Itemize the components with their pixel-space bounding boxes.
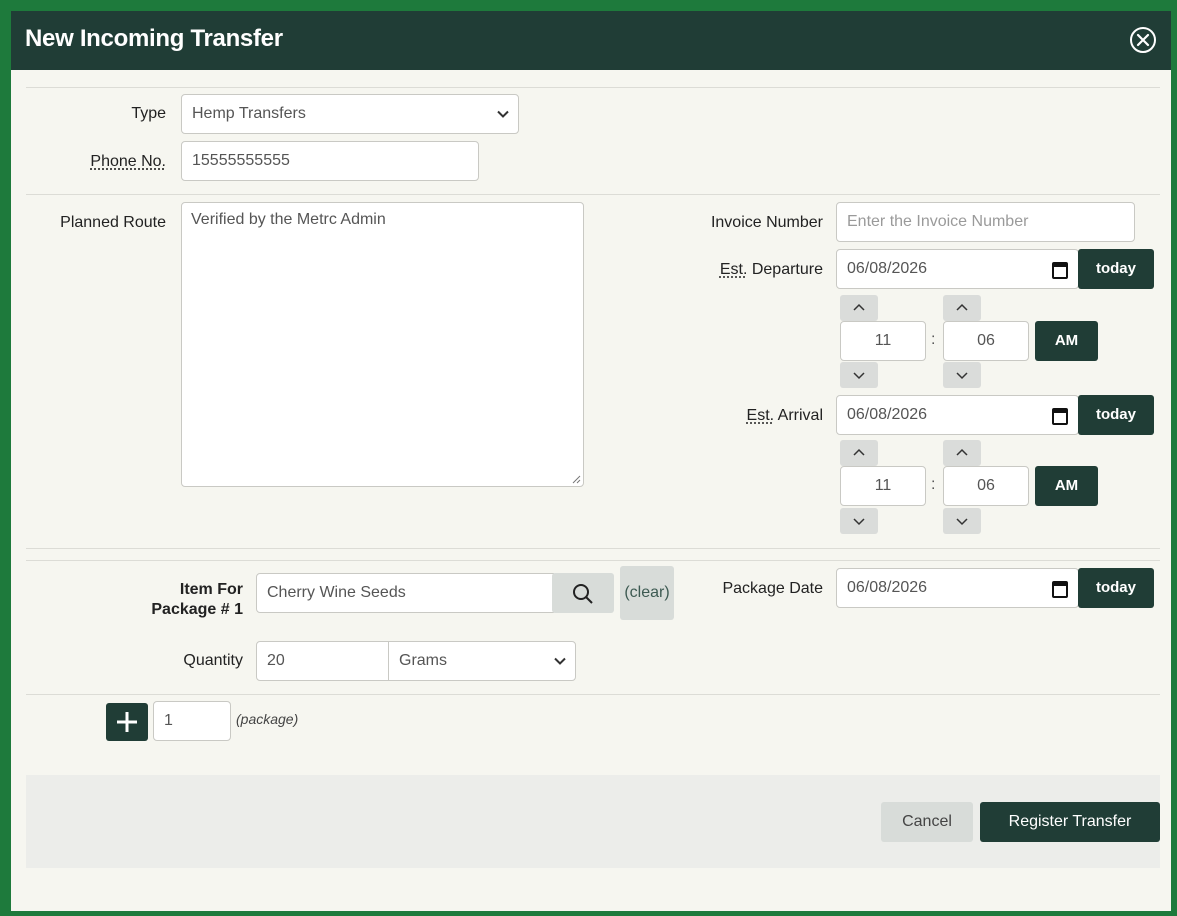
item-search-value: Cherry Wine Seeds <box>267 584 406 601</box>
planned-route-textarea[interactable]: Verified by the Metrc Admin <box>181 202 584 487</box>
est-abbr: Est. <box>746 407 775 424</box>
departure-today-button[interactable]: today <box>1078 249 1154 289</box>
departure-minute-input[interactable]: 06 <box>943 321 1029 361</box>
divider <box>26 194 1160 195</box>
chevron-down-icon <box>554 657 566 665</box>
phone-label: Phone No. <box>51 153 166 171</box>
divider <box>26 560 1160 561</box>
arrival-hour-input[interactable]: 11 <box>840 466 926 506</box>
time-separator: : <box>931 331 936 348</box>
phone-label-text: Phone No. <box>90 153 166 170</box>
est-abbr: Est. <box>719 261 748 278</box>
package-date-value: 06/08/2026 <box>847 579 928 596</box>
invoice-number-placeholder: Enter the Invoice Number <box>847 213 1029 230</box>
arrival-ampm-toggle[interactable]: AM <box>1035 466 1098 506</box>
planned-route-value: Verified by the Metrc Admin <box>191 211 386 228</box>
phone-input[interactable]: 15555555555 <box>181 141 479 181</box>
quantity-input[interactable]: 20 <box>256 641 389 681</box>
close-icon[interactable] <box>1129 26 1157 54</box>
arrival-today-button[interactable]: today <box>1078 395 1154 435</box>
arrival-hour-up-button[interactable] <box>840 440 878 466</box>
departure-hour-input[interactable]: 11 <box>840 321 926 361</box>
departure-date-value: 06/08/2026 <box>847 260 928 277</box>
package-hint: (package) <box>236 711 299 727</box>
package-date-input[interactable]: 06/08/2026 <box>836 568 1079 608</box>
arrival-minute-value: 06 <box>977 477 995 494</box>
departure-hour-value: 11 <box>874 332 892 349</box>
chevron-down-icon <box>853 518 865 526</box>
arrival-hour-value: 11 <box>874 477 892 494</box>
planned-route-label: Planned Route <box>60 214 166 231</box>
est-departure-label: Est. Departure <box>651 261 823 279</box>
package-count-value: 1 <box>164 712 173 729</box>
calendar-icon[interactable] <box>1052 407 1068 425</box>
divider <box>26 694 1160 695</box>
calendar-icon[interactable] <box>1052 580 1068 598</box>
type-select[interactable]: Hemp Transfers <box>181 94 519 134</box>
unit-select-value: Grams <box>399 652 447 669</box>
departure-ampm-toggle[interactable]: AM <box>1035 321 1098 361</box>
departure-date-input[interactable]: 06/08/2026 <box>836 249 1079 289</box>
divider <box>26 548 1160 549</box>
departure-minute-up-button[interactable] <box>943 295 981 321</box>
cancel-button[interactable]: Cancel <box>881 802 973 842</box>
departure-hour-down-button[interactable] <box>840 362 878 388</box>
resize-handle-icon[interactable] <box>571 474 581 484</box>
arrival-date-value: 06/08/2026 <box>847 406 928 423</box>
est-arrival-label-text: Arrival <box>774 407 823 424</box>
item-label-line2: Package # 1 <box>151 601 243 618</box>
new-incoming-transfer-dialog: New Incoming Transfer Type Hemp Transfer… <box>11 11 1171 911</box>
chevron-down-icon <box>497 110 509 118</box>
arrival-minute-down-button[interactable] <box>943 508 981 534</box>
arrival-hour-down-button[interactable] <box>840 508 878 534</box>
departure-minute-down-button[interactable] <box>943 362 981 388</box>
phone-input-value: 15555555555 <box>192 152 290 169</box>
invoice-number-label: Invoice Number <box>710 214 823 231</box>
est-departure-label-text: Departure <box>747 261 823 278</box>
add-package-button[interactable] <box>106 703 148 741</box>
arrival-minute-input[interactable]: 06 <box>943 466 1029 506</box>
plus-icon <box>117 712 137 732</box>
dialog-header: New Incoming Transfer <box>11 11 1171 70</box>
item-search-input[interactable]: Cherry Wine Seeds <box>256 573 554 613</box>
chevron-up-icon <box>956 448 968 456</box>
item-for-package-label: Item For Package # 1 <box>111 580 243 620</box>
divider <box>26 87 1160 88</box>
item-label-line1: Item For <box>179 581 243 598</box>
chevron-up-icon <box>956 303 968 311</box>
package-date-today-button[interactable]: today <box>1078 568 1154 608</box>
calendar-icon[interactable] <box>1052 261 1068 279</box>
package-count-input[interactable]: 1 <box>153 701 231 741</box>
unit-select[interactable]: Grams <box>388 641 576 681</box>
est-arrival-label: Est. Arrival <box>651 407 823 425</box>
chevron-down-icon <box>853 372 865 380</box>
departure-hour-up-button[interactable] <box>840 295 878 321</box>
departure-minute-value: 06 <box>977 332 995 349</box>
time-separator: : <box>931 476 936 493</box>
package-date-label: Package Date <box>722 580 823 597</box>
search-icon <box>573 584 593 604</box>
type-select-value: Hemp Transfers <box>192 105 306 122</box>
type-label: Type <box>131 105 166 122</box>
arrival-date-input[interactable]: 06/08/2026 <box>836 395 1079 435</box>
chevron-up-icon <box>853 448 865 456</box>
chevron-down-icon <box>956 518 968 526</box>
quantity-label: Quantity <box>183 652 243 669</box>
invoice-number-input[interactable]: Enter the Invoice Number <box>836 202 1135 242</box>
arrival-minute-up-button[interactable] <box>943 440 981 466</box>
item-search-button[interactable] <box>552 573 614 613</box>
dialog-title: New Incoming Transfer <box>25 25 283 52</box>
chevron-up-icon <box>853 303 865 311</box>
quantity-value: 20 <box>267 652 285 669</box>
register-transfer-button[interactable]: Register Transfer <box>980 802 1160 842</box>
chevron-down-icon <box>956 372 968 380</box>
